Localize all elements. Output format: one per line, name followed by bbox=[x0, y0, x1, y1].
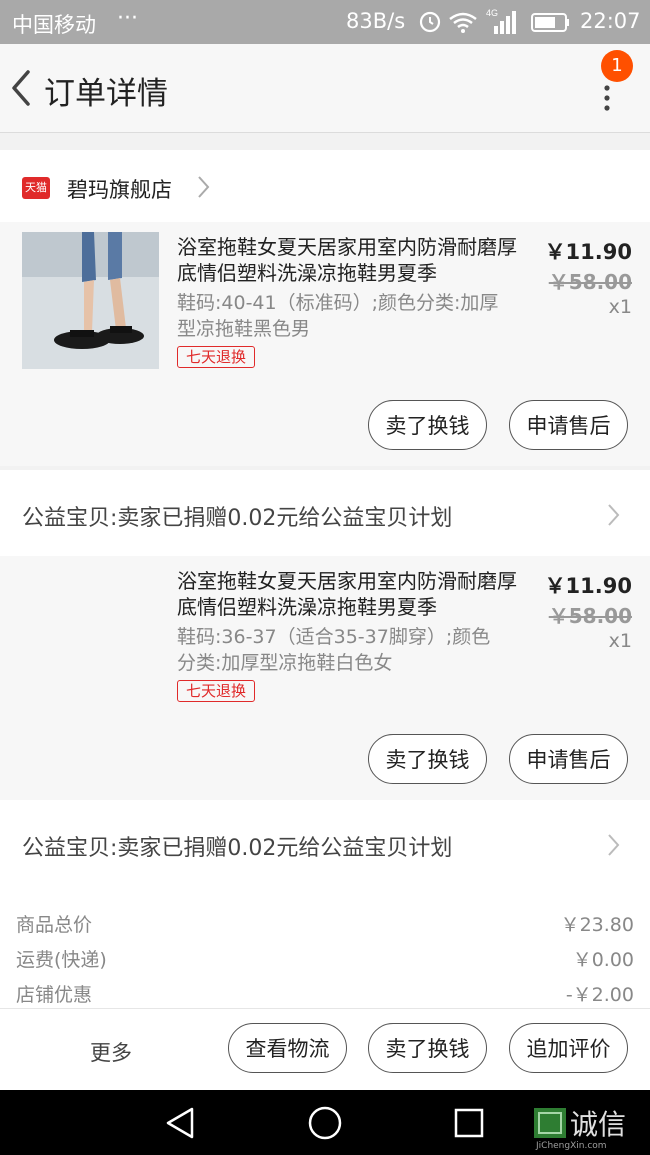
product-title[interactable]: 浴室拖鞋女夏天居家用室内防滑耐磨厚底情侣塑料洗澡凉拖鞋男夏季 bbox=[177, 234, 517, 286]
watermark-logo: 诚信 JiChengXin.com bbox=[534, 1108, 626, 1150]
order-item[interactable]: 浴室拖鞋女夏天居家用室内防滑耐磨厚底情侣塑料洗澡凉拖鞋男夏季 鞋码:40-41（… bbox=[0, 222, 650, 466]
product-title[interactable]: 浴室拖鞋女夏天居家用室内防滑耐磨厚底情侣塑料洗澡凉拖鞋男夏季 bbox=[177, 568, 517, 620]
chevron-right-icon bbox=[608, 504, 620, 526]
original-price: ￥58.00 bbox=[548, 270, 632, 294]
product-quantity: x1 bbox=[608, 296, 632, 318]
order-item[interactable]: 浴室拖鞋女夏天居家用室内防滑耐磨厚底情侣塑料洗澡凉拖鞋男夏季 鞋码:36-37（… bbox=[0, 556, 650, 800]
summary-row: 运费(快递) ￥0.00 bbox=[16, 945, 634, 972]
watermark-text: 诚信 bbox=[570, 1108, 626, 1141]
status-bar: 中国移动 ··· 83B/s 4G 22:07 bbox=[0, 0, 650, 44]
add-review-button[interactable]: 追加评价 bbox=[509, 1023, 628, 1073]
chevron-right-icon bbox=[198, 176, 210, 198]
shop-header[interactable]: 天猫 碧玛旗舰店 bbox=[0, 150, 650, 222]
product-price: ￥11.90 bbox=[544, 240, 632, 264]
summary-label: 运费(快递) bbox=[16, 949, 107, 971]
battery-icon bbox=[531, 13, 569, 32]
product-spec: 鞋码:40-41（标准码）;颜色分类:加厚型凉拖鞋黑色男 bbox=[177, 292, 499, 340]
notification-dots: ··· bbox=[117, 6, 138, 31]
summary-value: ￥0.00 bbox=[572, 949, 634, 971]
bottom-action-bar: 更多 查看物流 卖了换钱 追加评价 bbox=[0, 1008, 650, 1091]
return-policy-tag: 七天退换 bbox=[177, 346, 255, 368]
tmall-logo: 天猫 bbox=[22, 177, 50, 199]
summary-row: 店铺优惠 -￥2.00 bbox=[16, 980, 634, 1007]
alarm-icon bbox=[419, 11, 441, 33]
page-title: 订单详情 bbox=[44, 76, 168, 112]
wifi-icon bbox=[449, 12, 477, 33]
network-speed: 83B/s bbox=[346, 9, 406, 33]
product-price: ￥11.90 bbox=[544, 574, 632, 598]
charity-text: 公益宝贝:卖家已捐赠0.02元给公益宝贝计划 bbox=[22, 836, 453, 861]
view-logistics-button[interactable]: 查看物流 bbox=[228, 1023, 347, 1073]
notification-badge: 1 bbox=[601, 50, 633, 82]
app-bar: 订单详情 1 bbox=[0, 44, 650, 133]
carrier-name: 中国移动 bbox=[12, 13, 96, 37]
summary-label: 商品总价 bbox=[16, 914, 93, 936]
back-arrow-icon[interactable] bbox=[6, 66, 36, 110]
original-price: ￥58.00 bbox=[548, 604, 632, 628]
clock: 22:07 bbox=[580, 9, 641, 33]
charity-text: 公益宝贝:卖家已捐赠0.02元给公益宝贝计划 bbox=[22, 506, 453, 531]
nav-home-icon[interactable] bbox=[307, 1105, 343, 1141]
product-spec: 鞋码:36-37（适合35-37脚穿）;颜色分类:加厚型凉拖鞋白色女 bbox=[177, 626, 491, 674]
sell-button[interactable]: 卖了换钱 bbox=[368, 400, 487, 450]
status-icons: 4G bbox=[419, 8, 569, 34]
after-sale-button[interactable]: 申请售后 bbox=[509, 734, 628, 784]
summary-value: ￥23.80 bbox=[560, 914, 634, 936]
network-type-label: 4G bbox=[486, 8, 498, 18]
nav-back-icon[interactable] bbox=[164, 1106, 196, 1140]
return-policy-tag: 七天退换 bbox=[177, 680, 255, 702]
charity-row[interactable]: 公益宝贝:卖家已捐赠0.02元给公益宝贝计划 bbox=[0, 470, 650, 556]
summary-label: 店铺优惠 bbox=[16, 984, 93, 1006]
more-button[interactable]: 更多 bbox=[90, 1037, 132, 1067]
shop-name[interactable]: 碧玛旗舰店 bbox=[67, 174, 172, 204]
product-quantity: x1 bbox=[608, 630, 632, 652]
sell-button[interactable]: 卖了换钱 bbox=[368, 734, 487, 784]
summary-row: 商品总价 ￥23.80 bbox=[16, 910, 634, 937]
sell-button[interactable]: 卖了换钱 bbox=[368, 1023, 487, 1073]
price-summary: 商品总价 ￥23.80 运费(快递) ￥0.00 店铺优惠 -￥2.00 bbox=[0, 886, 650, 1008]
summary-value: -￥2.00 bbox=[565, 984, 634, 1006]
product-thumbnail[interactable] bbox=[22, 232, 159, 369]
after-sale-button[interactable]: 申请售后 bbox=[509, 400, 628, 450]
chevron-right-icon bbox=[608, 834, 620, 856]
charity-row[interactable]: 公益宝贝:卖家已捐赠0.02元给公益宝贝计划 bbox=[0, 800, 650, 886]
watermark-sub: JiChengXin.com bbox=[535, 1141, 607, 1150]
nav-recents-icon[interactable] bbox=[453, 1107, 485, 1139]
